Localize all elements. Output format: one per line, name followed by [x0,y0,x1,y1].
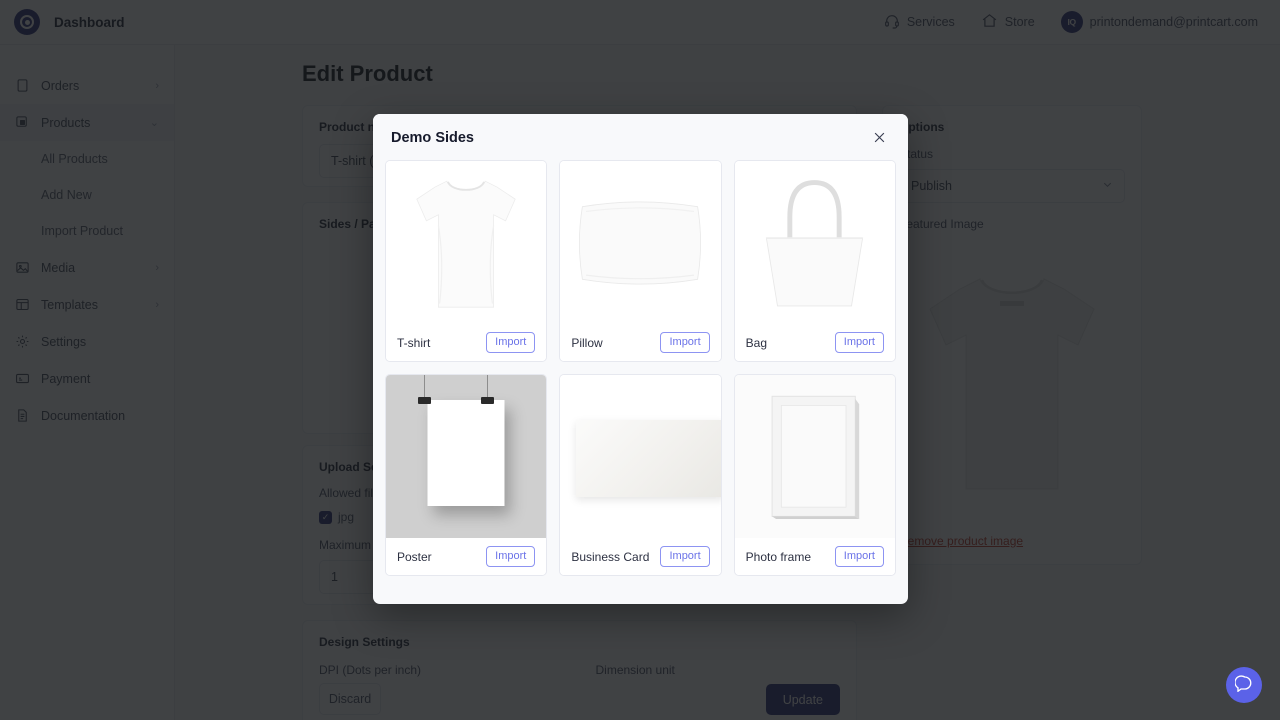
demo-card-footer: Pillow Import [560,324,720,361]
chat-bubble-icon [1235,674,1253,697]
business-card-thumb [560,375,720,538]
demo-card-name: Photo frame [746,550,811,564]
import-button[interactable]: Import [486,546,535,568]
import-button[interactable]: Import [835,546,884,568]
pillow-image [574,193,706,293]
pillow-thumb [560,161,720,324]
demo-card-business-card[interactable]: Business Card Import [560,375,720,575]
import-button[interactable]: Import [486,332,535,354]
poster-thumb [386,375,546,538]
demo-card-photo-frame[interactable]: Photo frame Import [735,375,895,575]
demo-card-bag[interactable]: Bag Import [735,161,895,361]
modal-title: Demo Sides [391,130,474,146]
demo-sides-modal: Demo Sides [373,114,908,604]
tshirt-thumb [386,161,546,324]
photo-frame-image [765,391,865,523]
modal-header: Demo Sides [373,114,908,161]
import-button[interactable]: Import [835,332,884,354]
poster-clip-left [418,397,431,404]
demo-card-pillow[interactable]: Pillow Import [560,161,720,361]
demo-sides-grid: T-shirt Import Pillow [373,161,908,588]
import-button[interactable]: Import [660,332,709,354]
poster-clip-right [481,397,494,404]
import-button[interactable]: Import [660,546,709,568]
demo-card-footer: Poster Import [386,538,546,575]
demo-card-footer: Bag Import [735,324,895,361]
demo-card-name: Bag [746,336,767,350]
demo-card-name: Pillow [571,336,602,350]
bag-thumb [735,161,895,324]
photo-frame-thumb [735,375,895,538]
demo-card-poster[interactable]: Poster Import [386,375,546,575]
close-icon[interactable] [868,127,890,149]
demo-card-name: Poster [397,550,432,564]
demo-card-footer: Photo frame Import [735,538,895,575]
bag-image [752,169,877,317]
demo-card-footer: Business Card Import [560,538,720,575]
demo-card-name: T-shirt [397,336,430,350]
business-card-image [576,420,720,497]
demo-card-tshirt[interactable]: T-shirt Import [386,161,546,361]
tshirt-image [406,168,526,318]
chat-widget-button[interactable] [1226,667,1262,703]
demo-card-footer: T-shirt Import [386,324,546,361]
poster-sheet [428,400,505,506]
demo-card-name: Business Card [571,550,649,564]
